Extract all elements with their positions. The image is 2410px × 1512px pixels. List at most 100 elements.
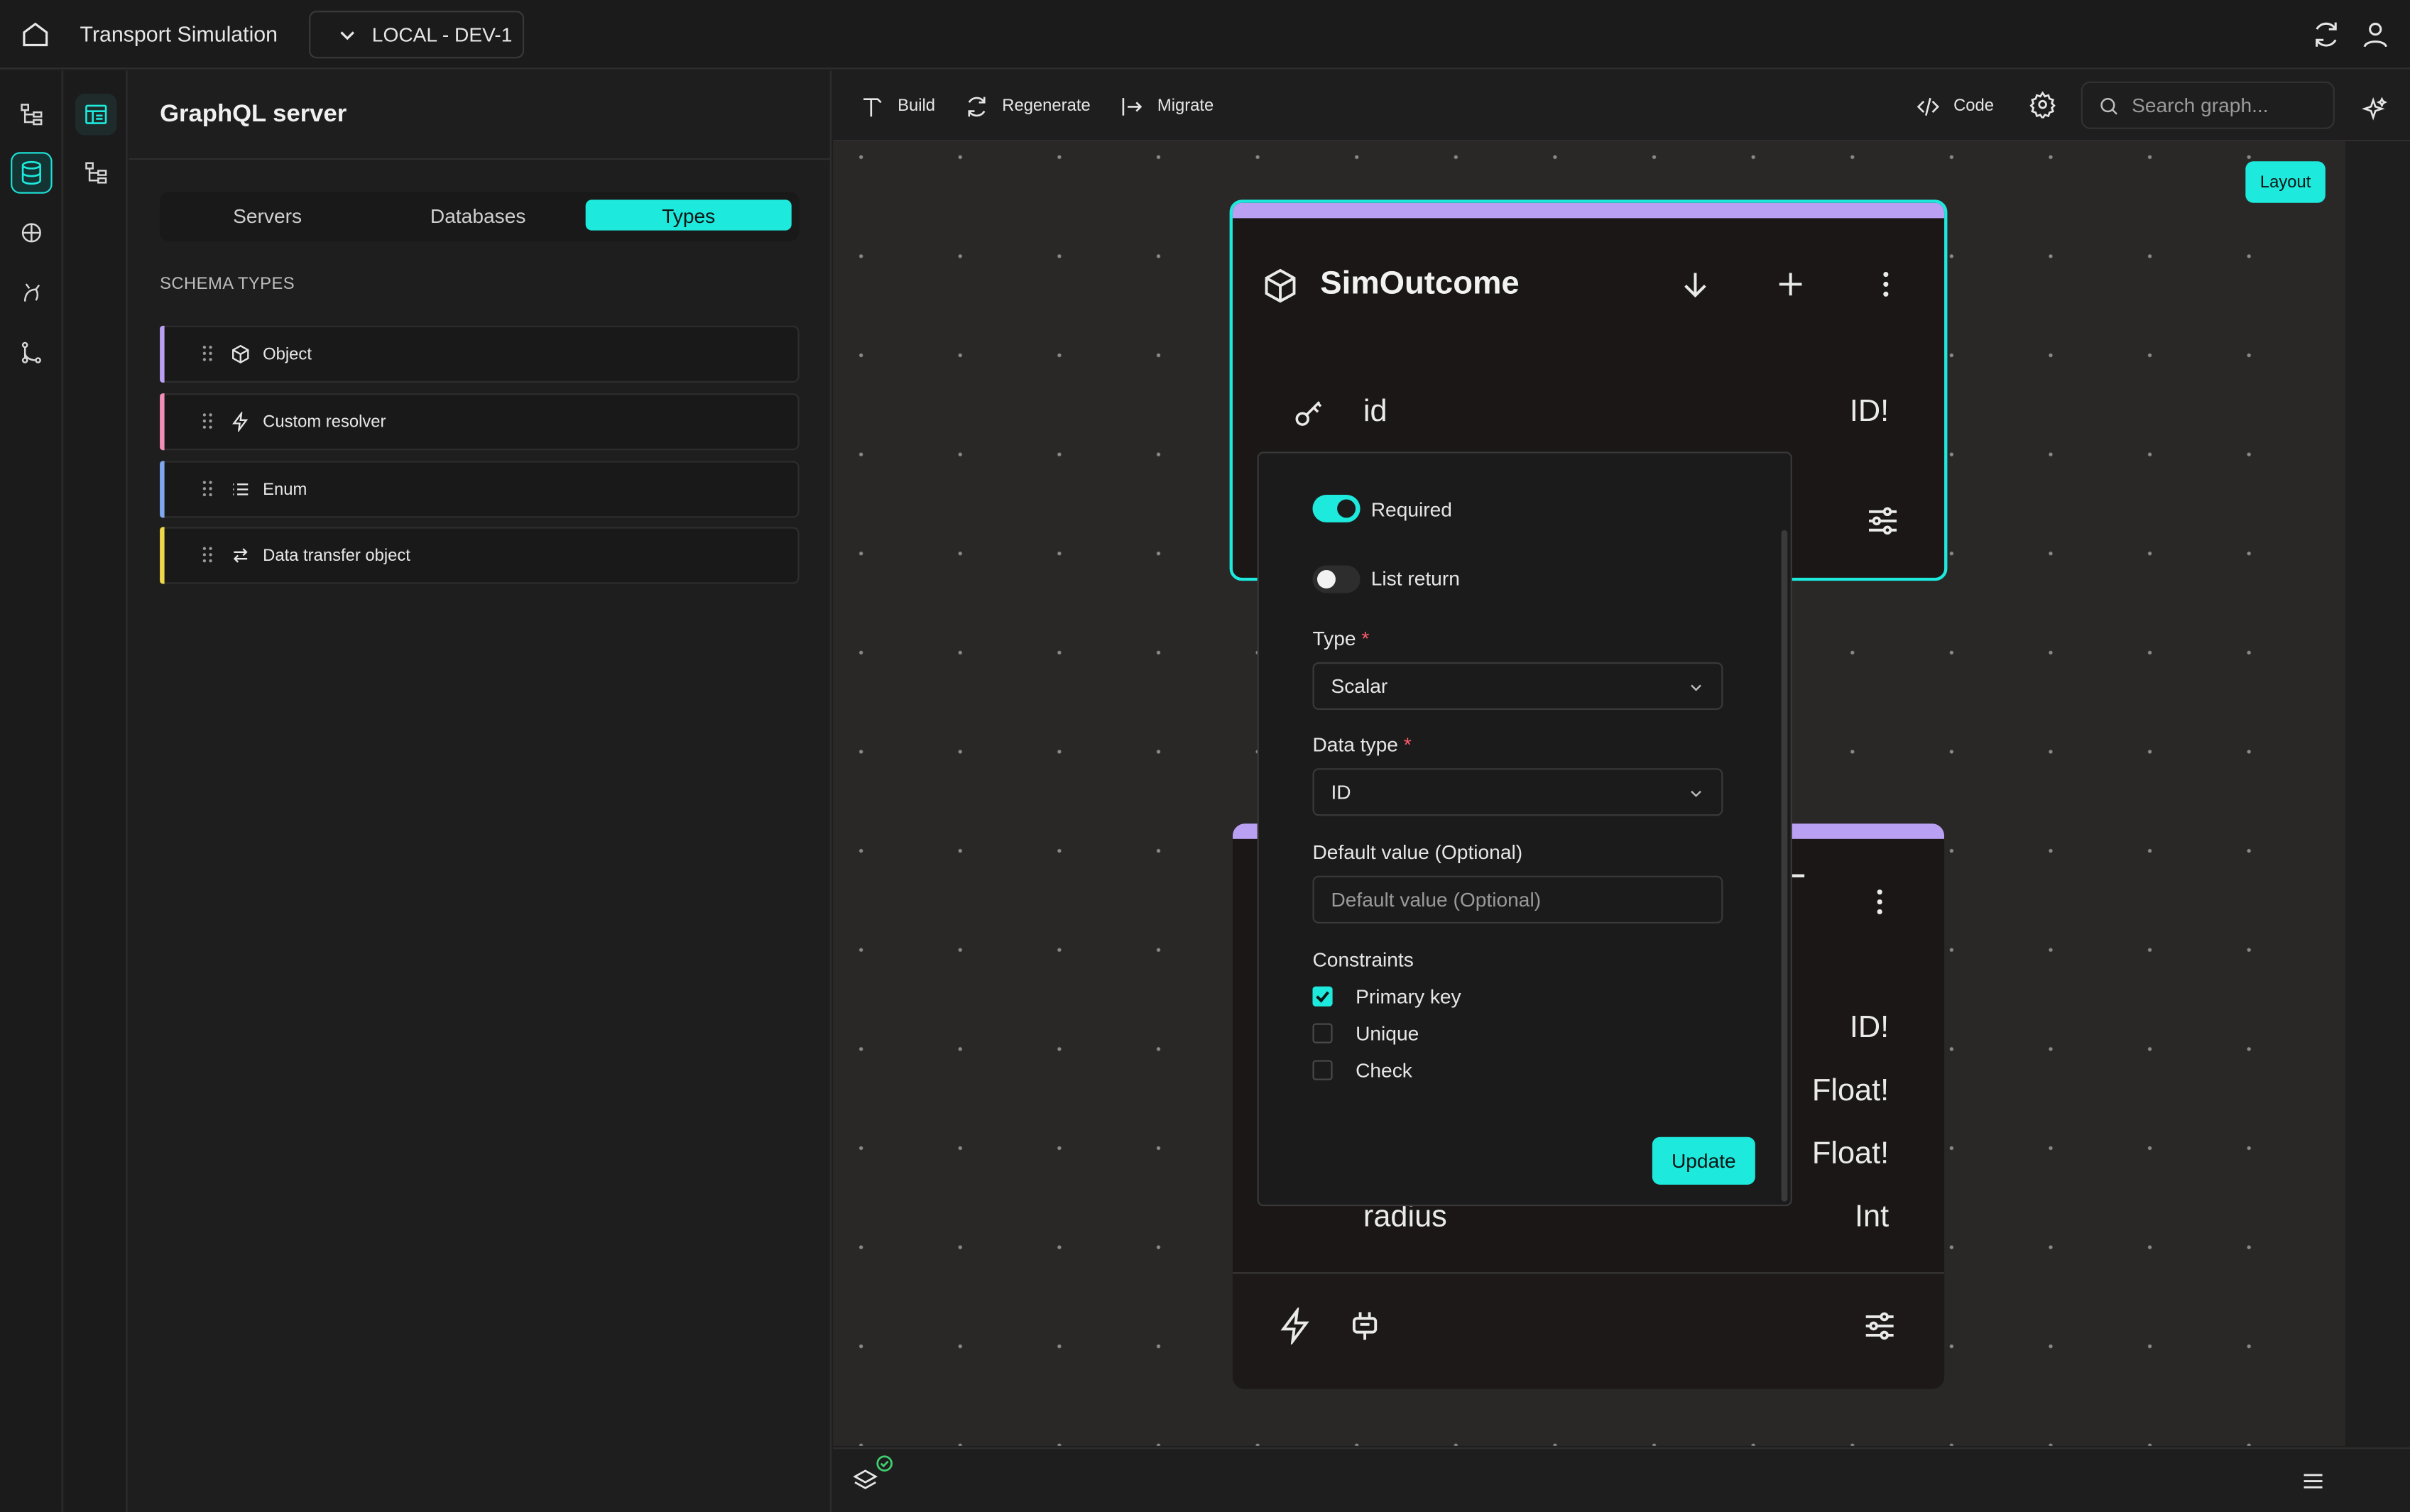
more-vertical-icon[interactable]	[1863, 885, 1897, 919]
plug-icon[interactable]	[1346, 1308, 1383, 1344]
graph-canvas[interactable]: Layout SimOutcome id ID! ID! Float! Floa…	[833, 141, 2346, 1446]
search-icon	[2098, 94, 2120, 116]
primary-key-label: Primary key	[1356, 985, 1461, 1008]
type-label: Type *	[1312, 627, 1370, 650]
transfer-icon	[231, 545, 251, 565]
check-checkbox[interactable]	[1312, 1060, 1333, 1080]
arrow-down-icon[interactable]	[1679, 268, 1713, 302]
field-type: ID!	[1849, 1011, 1890, 1045]
environment-selector[interactable]: LOCAL - DEV-1	[309, 11, 525, 59]
type-select[interactable]: Scalar	[1312, 662, 1723, 710]
hammer-icon	[859, 93, 885, 119]
node-footer	[1232, 1272, 1945, 1389]
server-dashboard-icon[interactable]	[75, 94, 117, 136]
drag-handle-icon[interactable]	[202, 344, 214, 363]
drag-handle-icon[interactable]	[202, 479, 214, 498]
field-type: ID!	[1849, 395, 1890, 429]
top-bar: Transport Simulation LOCAL - DEV-1	[0, 0, 2410, 70]
field-type: Float!	[1811, 1073, 1890, 1108]
drag-handle-icon[interactable]	[202, 412, 214, 430]
sliders-icon[interactable]	[1865, 503, 1902, 539]
field-editor-popover: Required List return Type * Scalar Data …	[1257, 451, 1792, 1207]
lightning-icon[interactable]	[1277, 1307, 1314, 1344]
type-item-label: Data transfer object	[263, 547, 410, 566]
chevron-down-icon	[1689, 681, 1703, 694]
data-type-select-value: ID	[1331, 780, 1351, 804]
code-button[interactable]: Code	[1915, 91, 1994, 121]
database-icon[interactable]	[11, 152, 53, 194]
tree-icon[interactable]	[11, 94, 52, 135]
secondary-nav-rail	[64, 70, 128, 1512]
tab-types[interactable]: Types	[585, 199, 792, 231]
menu-icon[interactable]	[2301, 1469, 2326, 1494]
type-item-label: Custom resolver	[263, 413, 386, 432]
panel-header: GraphQL server	[129, 71, 831, 160]
required-toggle[interactable]	[1312, 494, 1361, 522]
default-value-input[interactable]	[1312, 875, 1723, 924]
more-vertical-icon[interactable]	[1869, 268, 1903, 302]
plus-icon[interactable]	[1774, 268, 1808, 302]
schema-tree-icon[interactable]	[75, 152, 116, 193]
user-icon[interactable]	[2360, 18, 2392, 50]
refresh-icon[interactable]	[2310, 18, 2342, 50]
drag-handle-icon[interactable]	[202, 545, 214, 564]
unique-label: Unique	[1356, 1021, 1419, 1045]
tab-databases[interactable]: Databases	[378, 199, 577, 230]
git-branch-icon[interactable]	[11, 332, 52, 373]
data-type-select[interactable]: ID	[1312, 768, 1723, 816]
unique-checkbox[interactable]	[1312, 1023, 1333, 1043]
type-color-bar	[160, 527, 165, 584]
default-value-label: Default value (Optional)	[1312, 840, 1523, 864]
primary-key-checkbox[interactable]	[1312, 986, 1333, 1007]
sliders-icon[interactable]	[1861, 1308, 1898, 1344]
search-input[interactable]	[2132, 94, 2316, 117]
data-type-label: Data type *	[1312, 733, 1412, 756]
required-label: Required	[1370, 498, 1452, 521]
check-label: Check	[1356, 1058, 1412, 1082]
build-button[interactable]: Build	[859, 91, 935, 121]
section-label: SCHEMA TYPES	[160, 275, 295, 294]
list-icon	[231, 479, 251, 499]
canvas-toolbar: Build Regenerate Migrate Code	[833, 70, 2410, 142]
list-return-toggle[interactable]	[1312, 565, 1361, 593]
primary-nav-rail	[0, 70, 63, 1512]
migrate-label: Migrate	[1157, 97, 1214, 116]
key-icon	[1292, 396, 1326, 430]
field-type: Int	[1855, 1200, 1890, 1234]
list-return-label: List return	[1370, 566, 1460, 591]
field-type: Float!	[1811, 1136, 1890, 1171]
node-title: SimOutcome	[1320, 265, 1520, 302]
layers-icon[interactable]	[851, 1467, 879, 1495]
search-graph[interactable]	[2081, 81, 2335, 129]
regenerate-button[interactable]: Regenerate	[964, 91, 1091, 121]
home-icon[interactable]	[18, 17, 53, 51]
type-item-data-transfer-object[interactable]: Data transfer object	[160, 527, 800, 584]
migrate-button[interactable]: Migrate	[1119, 91, 1214, 121]
right-gutter	[2345, 141, 2410, 1447]
panel-title: GraphQL server	[160, 101, 347, 128]
scrollbar[interactable]	[1781, 530, 1788, 1202]
settings-gear-icon[interactable]	[2029, 91, 2056, 119]
bug-icon[interactable]	[11, 272, 52, 313]
type-item-label: Object	[263, 346, 312, 364]
type-item-object[interactable]: Object	[160, 325, 800, 383]
cube-icon	[231, 344, 251, 364]
node-header-stripe	[1232, 202, 1945, 219]
cube-icon	[1262, 268, 1299, 305]
chevron-down-icon	[1689, 787, 1703, 800]
regenerate-icon	[964, 93, 990, 119]
type-item-enum[interactable]: Enum	[160, 461, 800, 518]
code-label: Code	[1953, 97, 1994, 116]
type-item-label: Enum	[263, 481, 307, 500]
brain-icon[interactable]	[11, 212, 52, 253]
app-title: Transport Simulation	[80, 21, 278, 46]
ai-sparkle-icon[interactable]	[2362, 97, 2389, 123]
environment-label: LOCAL - DEV-1	[371, 23, 513, 46]
update-button[interactable]: Update	[1652, 1136, 1755, 1185]
type-select-value: Scalar	[1331, 674, 1388, 698]
type-item-custom-resolver[interactable]: Custom resolver	[160, 393, 800, 451]
layout-button[interactable]: Layout	[2245, 161, 2326, 203]
code-icon	[1915, 93, 1941, 119]
tab-servers[interactable]: Servers	[168, 199, 367, 230]
field-name: id	[1363, 395, 1387, 429]
